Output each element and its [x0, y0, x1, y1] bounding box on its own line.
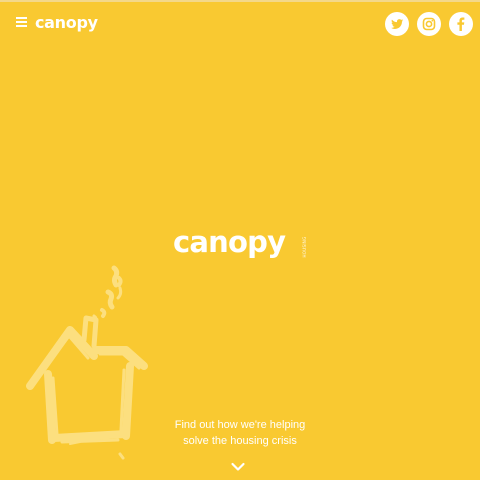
- cta-line-2: solve the housing crisis: [183, 435, 297, 447]
- facebook-icon[interactable]: [449, 12, 473, 36]
- hamburger-menu-icon[interactable]: [16, 17, 27, 28]
- house-sketch-illustration: [26, 265, 148, 460]
- top-border: [0, 0, 480, 2]
- hero-logo-tag: HOUSING: [302, 236, 307, 258]
- hero-page: canopy canopy HOUSING Find out how we're…: [0, 0, 480, 480]
- cta-text[interactable]: Find out how we're helping solve the hou…: [150, 417, 330, 449]
- cta-line-1: Find out how we're helping: [174, 419, 306, 431]
- twitter-icon[interactable]: [385, 12, 409, 36]
- header-logo[interactable]: canopy: [35, 13, 98, 33]
- hero-logo: canopy: [173, 225, 286, 259]
- chevron-down-icon[interactable]: [230, 458, 246, 471]
- instagram-icon[interactable]: [417, 12, 441, 36]
